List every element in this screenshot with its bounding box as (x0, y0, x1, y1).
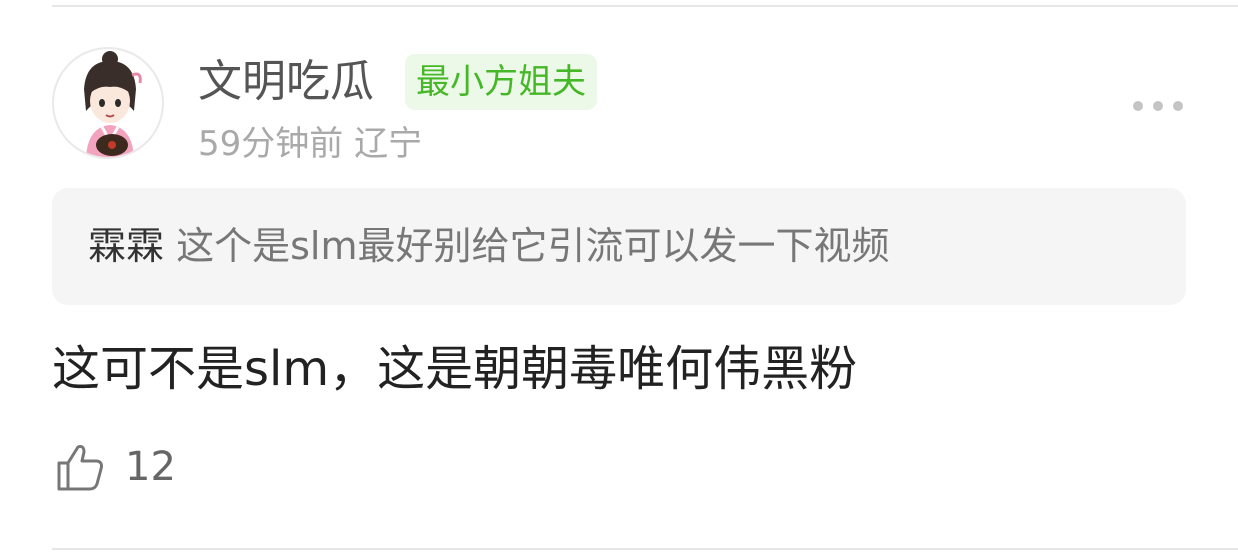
quote-author[interactable]: 霖霖 (88, 224, 176, 268)
avatar[interactable] (52, 47, 164, 159)
like-button[interactable]: 12 (55, 440, 176, 494)
comment-text: 这可不是slm，这是朝朝毒唯何伟黑粉 (52, 341, 858, 397)
quote-body: 这个是slm最好别给它引流可以发一下视频 (176, 224, 890, 268)
comment-meta: 59分钟前 辽宁 (198, 124, 423, 164)
user-badge: 最小方姐夫 (405, 54, 597, 110)
top-divider (52, 5, 1238, 7)
cartoon-girl-avatar-icon (84, 51, 142, 157)
quoted-reply[interactable]: 霖霖 这个是slm最好别给它引流可以发一下视频 (52, 188, 1186, 305)
bottom-divider (52, 548, 1238, 550)
more-button[interactable] (1128, 92, 1188, 120)
thumbs-up-icon (57, 445, 103, 491)
comment-card: 文明吃瓜 最小方姐夫 59分钟前 辽宁 霖霖 这个是slm最好别给它引流可以发一… (0, 0, 1238, 556)
more-dots-icon (1133, 101, 1183, 111)
username[interactable]: 文明吃瓜 (198, 54, 374, 110)
quote-text: 霖霖 这个是slm最好别给它引流可以发一下视频 (88, 188, 889, 305)
like-count: 12 (125, 444, 176, 490)
